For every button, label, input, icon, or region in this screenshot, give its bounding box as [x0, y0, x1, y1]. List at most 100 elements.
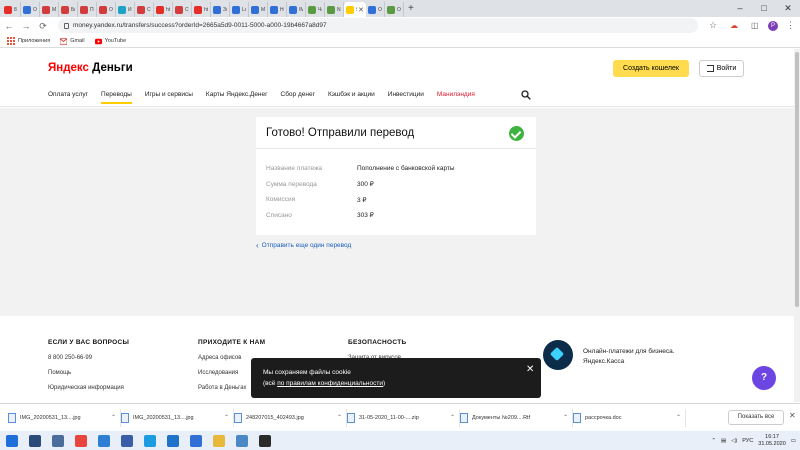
- yandex-money-logo[interactable]: Яндекс Деньги: [48, 62, 133, 74]
- close-icon[interactable]: ✕: [526, 364, 534, 375]
- browser-tab[interactable]: http: [154, 2, 173, 17]
- send-another-transfer-link[interactable]: ‹ Отправить еще один перевод: [256, 241, 351, 250]
- detail-key: Комиссия: [266, 196, 296, 204]
- camera-icon[interactable]: [51, 434, 64, 447]
- photos-icon[interactable]: [235, 434, 248, 447]
- tab-favicon-icon: [251, 5, 259, 14]
- page-scrollbar[interactable]: [794, 49, 800, 402]
- reload-icon[interactable]: ⟳: [38, 21, 48, 32]
- nav-item[interactable]: Переводы: [101, 91, 132, 104]
- folder-icon[interactable]: [212, 434, 225, 447]
- logo-brand: Яндекс: [48, 62, 89, 74]
- windows-start-icon[interactable]: [5, 434, 18, 447]
- bookmark-gmail[interactable]: Gmail: [60, 37, 85, 45]
- download-item[interactable]: Документы №209....Rtf ⌃: [460, 408, 573, 427]
- content-area: Готово! Отправили перевод Название плате…: [0, 108, 800, 316]
- browser-tab[interactable]: http: [192, 2, 211, 17]
- tab-title: Пор: [90, 6, 94, 13]
- nav-item[interactable]: Манилэндия: [437, 91, 475, 104]
- extension-puzzle-icon[interactable]: ◫: [751, 21, 759, 30]
- browser-tab[interactable]: Ста: [135, 2, 154, 17]
- footer-link[interactable]: Помощь: [48, 370, 129, 385]
- download-item[interactable]: IMG_20200531_13....jpg ⌃: [121, 408, 234, 427]
- bookmark-youtube[interactable]: YouTube: [94, 38, 126, 45]
- search-icon[interactable]: [28, 434, 41, 447]
- browser-menu-icon[interactable]: ⋮: [786, 20, 795, 31]
- browser-tab[interactable]: Обр: [21, 2, 40, 17]
- nav-item[interactable]: Карты Яндекс.Денег: [206, 91, 268, 104]
- browser-tab[interactable]: Ин: [116, 2, 135, 17]
- profile-avatar[interactable]: P: [768, 21, 778, 31]
- browser-tab[interactable]: Пор: [78, 2, 97, 17]
- skype-icon[interactable]: [143, 434, 156, 447]
- maximize-button[interactable]: □: [752, 2, 776, 14]
- scrollbar-thumb[interactable]: [795, 52, 799, 307]
- network-icon[interactable]: ▤: [721, 438, 726, 444]
- terminal-icon[interactable]: [258, 434, 271, 447]
- download-item[interactable]: 248207015_402493.jpg ⌃: [234, 408, 347, 427]
- browser-tab[interactable]: Они: [385, 2, 404, 17]
- chevron-up-icon[interactable]: ⌃: [450, 414, 455, 421]
- browser-tab[interactable]: МБ: [40, 2, 59, 17]
- chevron-up-icon[interactable]: ⌃: [563, 414, 568, 421]
- bookmark-star-icon[interactable]: ☆: [709, 20, 717, 31]
- forward-icon[interactable]: →: [21, 21, 31, 31]
- privacy-policy-link[interactable]: по правилам конфиденциальности: [277, 380, 383, 387]
- nav-item[interactable]: Кэшбэк и акции: [328, 91, 375, 104]
- chevron-up-icon[interactable]: ⌃: [337, 414, 342, 421]
- chevron-up-icon[interactable]: ⌃: [676, 414, 681, 421]
- nav-item[interactable]: Игры и сервисы: [145, 91, 193, 104]
- browser-tab[interactable]: Ноя: [268, 2, 287, 17]
- close-window-button[interactable]: ✕: [776, 2, 800, 14]
- tray-arrow-icon[interactable]: ⌃: [711, 438, 716, 444]
- help-button[interactable]: ?: [752, 366, 776, 390]
- chevron-up-icon[interactable]: ⌃: [111, 414, 116, 421]
- extension-cloud-icon[interactable]: ☁: [730, 21, 738, 30]
- clock[interactable]: 16:17 31.05.2020: [758, 434, 786, 448]
- tab-close-icon[interactable]: ✕: [358, 6, 364, 14]
- browser-tab[interactable]: 8 и: [2, 2, 21, 17]
- footer-link[interactable]: 8 800 250-66-99: [48, 355, 129, 370]
- download-item[interactable]: IMG_20200531_13....jpg ⌃: [8, 408, 121, 427]
- create-wallet-button[interactable]: Создать кошелек: [613, 60, 689, 77]
- store-icon[interactable]: [97, 434, 110, 447]
- close-downloads-icon[interactable]: ✕: [789, 411, 796, 420]
- yandex-kassa-logo[interactable]: [543, 340, 573, 370]
- login-button[interactable]: Войти: [699, 60, 744, 77]
- nav-item[interactable]: Оплата услуг: [48, 91, 88, 104]
- footer-link[interactable]: Юридическая информация: [48, 385, 129, 400]
- back-icon[interactable]: ←: [4, 21, 14, 31]
- volume-icon[interactable]: ◁): [731, 438, 737, 444]
- nav-item[interactable]: Сбор денег: [281, 91, 315, 104]
- notifications-icon[interactable]: ▭: [791, 438, 796, 444]
- chrome-icon[interactable]: [74, 434, 87, 447]
- browser-tab[interactable]: Чер: [306, 2, 325, 17]
- browser-tab[interactable]: Ма: [249, 2, 268, 17]
- files-icon[interactable]: [120, 434, 133, 447]
- show-all-downloads-button[interactable]: Показать все: [728, 410, 784, 425]
- download-item[interactable]: 31-05-2020_11-00-....zip ⌃: [347, 408, 460, 427]
- mail-icon[interactable]: [189, 434, 202, 447]
- chevron-up-icon[interactable]: ⌃: [224, 414, 229, 421]
- edge-icon[interactable]: [166, 434, 179, 447]
- minimize-button[interactable]: –: [728, 2, 752, 14]
- browser-tab[interactable]: Зоо: [211, 2, 230, 17]
- search-icon[interactable]: [521, 90, 531, 100]
- cookie-policy-line: (всё по правилам конфиденциальности): [263, 378, 541, 389]
- browser-tab[interactable]: IMC: [287, 2, 306, 17]
- nav-item[interactable]: Инвестиции: [388, 91, 424, 104]
- bookmark-apps[interactable]: Приложения: [7, 37, 50, 45]
- tab-title: http: [204, 6, 208, 13]
- browser-tab[interactable]: ОВП: [366, 2, 385, 17]
- browser-tab[interactable]: ООО: [97, 2, 116, 17]
- language-indicator[interactable]: РУС: [742, 438, 753, 444]
- download-item[interactable]: рассрочка.doc ⌃: [573, 408, 686, 427]
- browser-tab[interactable]: Ста: [173, 2, 192, 17]
- address-bar[interactable]: money.yandex.ru/transfers/success?orderI…: [58, 18, 698, 33]
- new-tab-button[interactable]: +: [408, 3, 414, 14]
- browser-tab[interactable]: Бил: [59, 2, 78, 17]
- browser-tab-active[interactable]: Я✕: [344, 2, 366, 17]
- browser-tab[interactable]: Loca: [230, 2, 249, 17]
- browser-tab[interactable]: NEV: [325, 2, 344, 17]
- kassa-promo-text[interactable]: Онлайн-платежи для бизнеса. Яндекс.Касса: [583, 347, 703, 367]
